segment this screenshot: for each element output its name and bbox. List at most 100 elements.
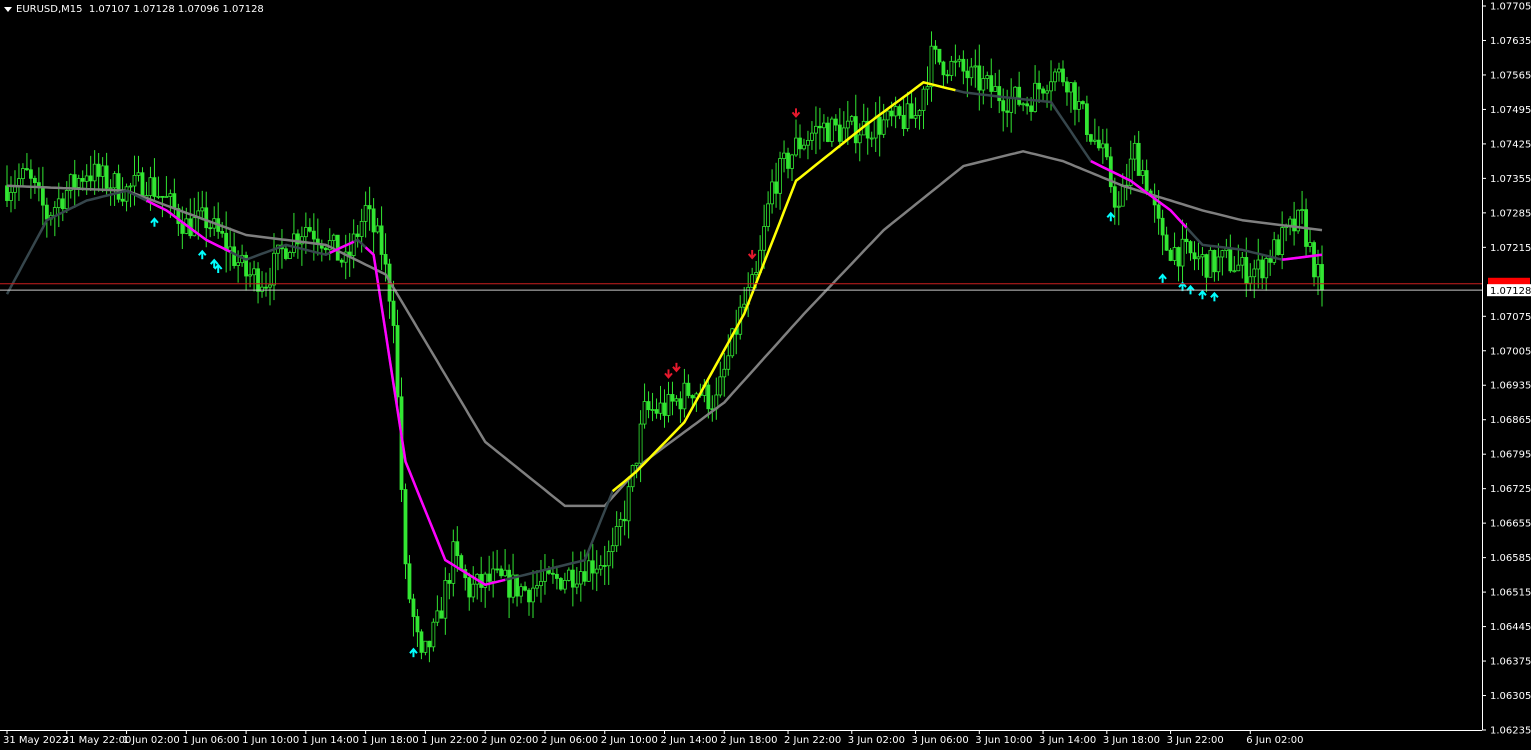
candle	[100, 165, 105, 177]
candle	[323, 247, 328, 251]
candle	[455, 541, 460, 556]
candle	[1176, 247, 1181, 267]
candle	[371, 208, 376, 233]
price-tick-label: 1.07005	[1490, 346, 1531, 357]
candle	[92, 163, 97, 182]
candle	[782, 152, 786, 159]
candle	[742, 303, 747, 308]
time-tick-label: 2 Jun 22:00	[784, 735, 841, 746]
candle	[303, 227, 308, 238]
candle	[837, 124, 842, 142]
candle	[443, 580, 448, 619]
candle	[1116, 205, 1121, 208]
time-tick-label: 3 Jun 02:00	[848, 735, 905, 746]
candle	[566, 569, 571, 581]
candle	[140, 172, 145, 198]
candle	[232, 246, 237, 266]
candle	[1005, 110, 1010, 113]
price-chart[interactable]: 1.07705 1.07635 1.07565 1.07495 1.07425 1.073…	[0, 0, 1531, 750]
candle	[248, 274, 252, 277]
candle	[670, 394, 675, 402]
candle	[1065, 81, 1069, 93]
candle	[610, 545, 615, 552]
time-tick-label: 3 Jun 06:00	[912, 735, 969, 746]
candle	[606, 551, 611, 567]
candle	[1021, 103, 1026, 106]
price-tick-label: 1.06235	[1490, 726, 1531, 737]
candle	[172, 193, 177, 209]
candle	[829, 118, 834, 142]
candle	[646, 401, 651, 411]
candle	[913, 115, 918, 119]
candle	[160, 195, 165, 198]
candle	[447, 580, 452, 584]
candle	[750, 274, 755, 288]
candle	[1212, 249, 1217, 273]
candle	[849, 116, 854, 122]
candle	[634, 462, 639, 466]
candle	[722, 368, 727, 378]
candle	[682, 382, 687, 410]
candle	[1049, 81, 1053, 92]
candle	[1172, 247, 1177, 261]
candle	[407, 563, 412, 600]
candle	[435, 610, 440, 623]
candle	[1308, 242, 1312, 247]
candle	[116, 173, 121, 200]
candle	[307, 227, 312, 232]
candle	[1252, 268, 1257, 278]
candle	[945, 74, 950, 77]
candle	[929, 45, 934, 88]
price-tick-label: 1.07425	[1490, 139, 1531, 150]
time-tick-label: 1 Jun 02:00	[123, 735, 180, 746]
candle	[893, 106, 898, 117]
chevron-down-icon[interactable]	[4, 6, 12, 12]
candle	[256, 268, 260, 292]
candle	[798, 137, 802, 150]
price-tick-label: 1.06305	[1490, 691, 1531, 702]
chart-background	[0, 0, 1531, 750]
candle	[108, 187, 113, 190]
time-tick-label: 3 Jun 22:00	[1167, 735, 1224, 746]
candle	[527, 589, 531, 603]
candle	[1104, 143, 1109, 158]
candle	[574, 583, 579, 588]
candle	[268, 284, 272, 288]
time-tick-label: 2 Jun 06:00	[541, 735, 598, 746]
candle	[288, 252, 292, 259]
candle	[786, 152, 790, 169]
candle	[491, 568, 496, 582]
candle	[204, 207, 209, 229]
candle	[555, 573, 559, 579]
candle	[570, 569, 575, 588]
candle	[292, 233, 296, 253]
candle	[578, 571, 583, 585]
candle	[375, 225, 380, 233]
candle	[1196, 256, 1201, 260]
candle	[64, 190, 69, 210]
candle	[355, 233, 360, 237]
candle	[551, 572, 555, 575]
candle	[654, 409, 659, 414]
candle	[977, 65, 982, 91]
price-tick-label: 1.07285	[1490, 208, 1531, 219]
candle	[889, 110, 894, 117]
time-tick-label: 3 Jun 18:00	[1103, 735, 1160, 746]
candle	[1300, 209, 1304, 212]
candle	[885, 110, 890, 121]
candle	[1200, 254, 1205, 258]
price-tick-label: 1.07355	[1490, 174, 1531, 185]
candle	[104, 165, 109, 189]
candle	[423, 640, 428, 653]
candle	[499, 568, 504, 577]
candle	[88, 175, 93, 182]
candle	[1216, 256, 1221, 273]
candle	[543, 569, 547, 582]
chart-window[interactable]: 1.07705 1.07635 1.07565 1.07495 1.07425 1.073…	[0, 0, 1531, 750]
candle	[1132, 142, 1137, 160]
candle	[726, 355, 731, 370]
candle	[594, 568, 599, 574]
candle	[180, 223, 185, 234]
time-tick-label: 1 Jun 14:00	[302, 735, 359, 746]
candle	[997, 86, 1002, 102]
